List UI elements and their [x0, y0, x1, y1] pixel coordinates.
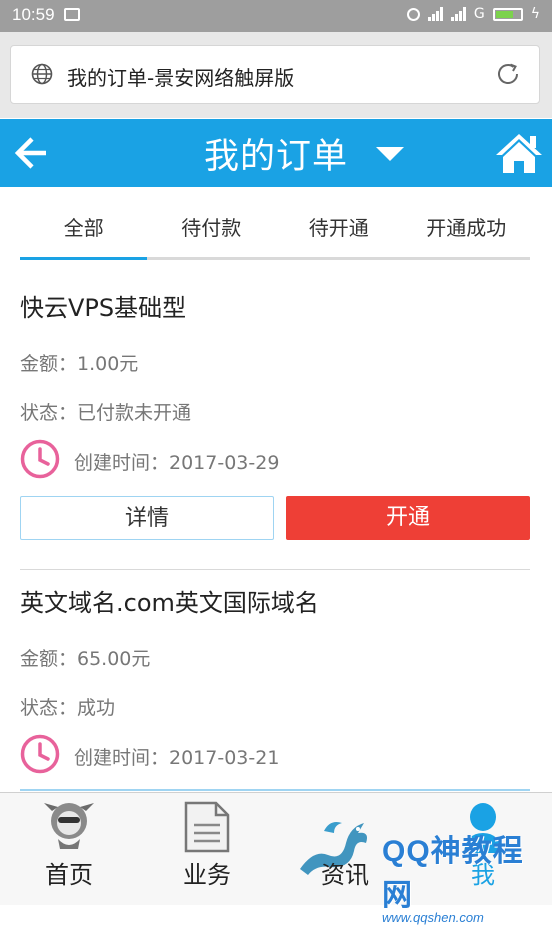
nav-business[interactable]: 业务: [138, 793, 276, 906]
status-bar: 10:59 G ϟ: [0, 0, 552, 32]
nav-home-label: 首页: [45, 861, 93, 889]
watermark-url: www.qqshen.com: [382, 910, 484, 925]
tab-pending-payment[interactable]: 待付款: [148, 200, 276, 257]
signal-icon-2: [450, 7, 466, 21]
order-status: 状态：成功: [20, 697, 116, 719]
order-created-time: 创建时间：2017-03-29: [74, 452, 280, 474]
tab-activated[interactable]: 开通成功: [403, 200, 531, 257]
order-divider: [20, 569, 530, 570]
alarm-icon: [406, 7, 420, 21]
clock-icon: [20, 439, 60, 479]
order-buttons-edge: [20, 789, 530, 791]
screenshot-icon: [64, 8, 80, 21]
order-amount: 金额：1.00元: [20, 353, 139, 375]
page-title: 我的订单-景安网络触屏版: [67, 66, 295, 90]
tab-active-indicator: [20, 257, 147, 260]
status-time: 10:59: [12, 5, 55, 24]
mascot-icon: [44, 803, 94, 849]
activate-button[interactable]: 开通: [286, 496, 530, 540]
globe-icon: [31, 63, 53, 85]
nav-business-label: 业务: [183, 861, 231, 889]
status-icons: G ϟ: [406, 6, 540, 22]
signal-icon: [427, 7, 443, 21]
app-header: 我的订单: [0, 119, 552, 187]
document-icon: [184, 801, 230, 853]
dropdown-caret-icon[interactable]: [376, 147, 404, 161]
order-tabs: 全部 待付款 待开通 开通成功: [20, 200, 530, 260]
tab-all[interactable]: 全部: [20, 200, 148, 257]
order-amount: 金额：65.00元: [20, 648, 151, 670]
detail-button[interactable]: 详情: [20, 496, 274, 540]
browser-toolbar: 我的订单-景安网络触屏版: [0, 32, 552, 118]
address-bar[interactable]: 我的订单-景安网络触屏版: [10, 45, 540, 104]
charging-icon: ϟ: [530, 6, 540, 22]
order-product-name: 快云VPS基础型: [20, 294, 187, 322]
order-status: 状态：已付款未开通: [20, 402, 192, 424]
nav-home[interactable]: 首页: [0, 793, 138, 906]
reload-icon[interactable]: [495, 61, 521, 87]
home-icon[interactable]: [494, 131, 544, 175]
network-type: G: [473, 6, 485, 22]
battery-icon: [492, 7, 523, 21]
watermark: QQ神教程网 www.qqshen.com: [382, 826, 552, 925]
tab-pending-activation[interactable]: 待开通: [275, 200, 403, 257]
order-created-time: 创建时间：2017-03-21: [74, 747, 280, 769]
order-product-name: 英文域名.com英文国际域名: [20, 589, 319, 617]
clock-icon: [20, 734, 60, 774]
watermark-title: QQ神教程网: [382, 835, 524, 912]
header-title: 我的订单: [203, 137, 348, 177]
